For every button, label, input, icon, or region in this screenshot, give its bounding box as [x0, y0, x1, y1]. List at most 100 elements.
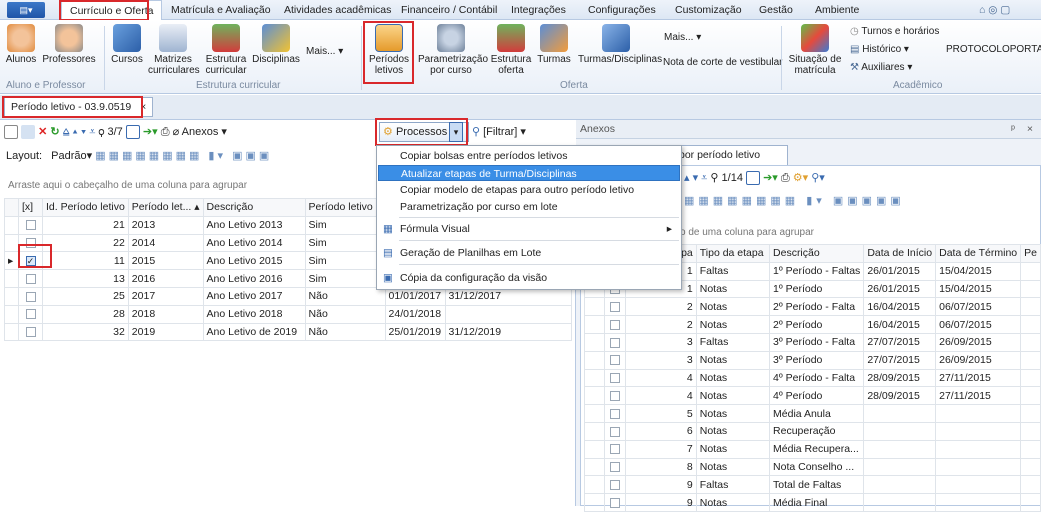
checkbox-icon[interactable] — [25, 220, 36, 231]
layout-tools-icon[interactable]: ▦▦▦▦▦▦▦▦ ▮▾ ▣▣▣ — [95, 150, 272, 162]
new-icon[interactable] — [4, 125, 18, 140]
row-checkbox[interactable] — [18, 269, 43, 288]
export-icon[interactable]: ➔▾ — [763, 172, 778, 184]
table-row[interactable]: 8 Notas Nota Conselho ... — [583, 457, 1041, 477]
row-checkbox[interactable] — [604, 386, 626, 406]
menu-item-geracao-planilhas[interactable]: ▤ Geração de Planilhas em Lote — [378, 245, 680, 261]
column-header[interactable]: Período letivo e — [304, 198, 386, 217]
table-row[interactable]: 3 Faltas 3º Período - Falta 27/07/2015 26/09… — [583, 332, 1041, 352]
disciplinas-button[interactable]: Disciplinas — [252, 24, 300, 65]
row-checkbox[interactable] — [604, 350, 626, 370]
checkbox-icon[interactable] — [610, 390, 621, 401]
filter-icon[interactable]: ⚲▾ — [811, 172, 825, 184]
delete-icon[interactable]: ✕ — [38, 126, 47, 138]
sort-icon[interactable]: ▴ ▾ ⩡ — [684, 172, 707, 184]
tab-ambiente[interactable]: Ambiente — [815, 0, 859, 20]
table-row[interactable]: 9 Notas Média Final — [583, 493, 1041, 512]
tab-customizacao[interactable]: Customização — [675, 0, 742, 20]
mais-curricular-button[interactable]: Mais... ▾ — [306, 46, 343, 57]
grid-view-icon[interactable] — [746, 171, 761, 186]
table-row[interactable]: 4 Notas 4º Período - Falta 28/09/2015 27/11/… — [583, 368, 1041, 388]
pin-icon[interactable]: ᵖ — [1011, 120, 1015, 139]
checkbox-icon[interactable] — [610, 408, 621, 419]
checkbox-icon[interactable] — [25, 309, 36, 320]
tab-curriculo-oferta[interactable]: Currículo e Oferta — [61, 0, 163, 20]
historico-button[interactable]: ▤ Histórico ▾ — [850, 44, 909, 55]
table-row[interactable]: 2 Notas 2º Período 16/04/2015 06/07/2015 — [583, 315, 1041, 334]
menu-item-parametrizacao-lote[interactable]: Parametrização por curso em lote — [378, 199, 680, 215]
column-header[interactable]: Data de Término — [935, 244, 1022, 263]
row-checkbox[interactable] — [604, 439, 626, 459]
app-menu-button[interactable]: ▤▾ — [7, 2, 45, 18]
row-checkbox[interactable] — [604, 404, 626, 423]
cursos-button[interactable]: Cursos — [110, 24, 144, 65]
grid-view-icon[interactable] — [125, 125, 140, 140]
situacao-matricula-button[interactable]: Situação de matrícula — [788, 24, 842, 76]
checkbox-icon[interactable] — [25, 273, 36, 284]
filtrar-button[interactable]: ⚲ [Filtrar] ▾ — [472, 121, 526, 143]
row-checkbox[interactable] — [18, 322, 43, 342]
turmas-disciplinas-button[interactable]: Turmas/Disciplinas — [578, 24, 662, 65]
tab-gestao[interactable]: Gestão — [759, 0, 793, 20]
window-controls-icon[interactable]: ⌂ ◎ ▢ — [979, 0, 1010, 20]
row-checkbox[interactable] — [604, 315, 626, 334]
row-checkbox[interactable] — [18, 215, 43, 235]
row-checkbox[interactable] — [18, 304, 43, 324]
processes-icon[interactable]: ⚙▾ — [793, 172, 808, 184]
checkbox-icon[interactable] — [610, 302, 621, 312]
estrutura-oferta-button[interactable]: Estrutura oferta — [488, 24, 534, 76]
padrao-dropdown[interactable]: Padrão▾ — [51, 150, 92, 162]
row-checkbox[interactable] — [604, 493, 626, 512]
row-checkbox[interactable] — [18, 286, 43, 306]
table-row[interactable]: 3 Notas 3º Período 27/07/2015 26/09/2015 — [583, 350, 1041, 370]
table-row[interactable]: 7 Notas Média Recupera... — [583, 439, 1041, 459]
checkbox-icon[interactable] — [610, 479, 621, 490]
checkbox-icon[interactable] — [25, 291, 36, 302]
menu-item-copiar-modelo[interactable]: Copiar modelo de etapas para outro perío… — [378, 182, 680, 198]
checkbox-icon[interactable] — [610, 319, 621, 330]
refresh-icon[interactable]: ↻ — [50, 126, 59, 138]
table-row[interactable]: 2 Notas 2º Período - Falta 16/04/2015 06/07/… — [583, 297, 1041, 317]
row-checkbox[interactable] — [604, 297, 626, 317]
table-row[interactable]: 4 Notas 4º Período 28/09/2015 27/11/2015 — [583, 386, 1041, 406]
turnos-horarios-button[interactable]: ◷ Turnos e horários — [850, 26, 939, 37]
tab-integracoes[interactable]: Integrações — [511, 0, 566, 20]
checkbox-icon[interactable] — [610, 462, 621, 473]
find-icon[interactable]: ⚲ — [710, 172, 718, 184]
column-header[interactable]: Data de Início — [863, 244, 937, 263]
sort-icon[interactable]: ⩠ ▴ ▾ ⩡ — [63, 126, 96, 138]
table-row[interactable]: 32 2019 Ano Letivo de 2019 Não 25/01/2019 31/… — [4, 322, 573, 342]
checkbox-icon[interactable]: ✓ — [25, 256, 36, 266]
column-header[interactable]: Período let... ▴ — [127, 198, 204, 217]
edit-icon[interactable] — [21, 125, 36, 140]
column-header[interactable]: [x] — [18, 198, 43, 217]
menu-item-formula-visual[interactable]: ▦ Fórmula Visual ▸ — [378, 221, 680, 237]
print-icon[interactable]: ⎙ — [161, 126, 170, 138]
table-row[interactable]: 28 2018 Ano Letivo 2018 Não 24/01/2018 — [4, 304, 573, 324]
matrizes-button[interactable]: Matrizes curriculares — [148, 24, 200, 76]
menu-item-copiar-bolsas[interactable]: Copiar bolsas entre períodos letivos — [378, 148, 680, 164]
checkbox-icon[interactable] — [610, 497, 621, 508]
menu-item-copia-configuracao[interactable]: ▣ Cópia da configuração da visão — [378, 270, 680, 286]
processos-dropdown-arrow[interactable]: ▾ — [449, 122, 463, 142]
table-row[interactable]: 9 Faltas Total de Faltas — [583, 475, 1041, 495]
checkbox-icon[interactable] — [25, 327, 36, 338]
nota-corte-button[interactable]: Nota de corte de vestibular — [663, 57, 783, 68]
export-icon[interactable]: ➔▾ — [143, 126, 158, 138]
estrutura-curricular-button[interactable]: Estrutura curricular — [204, 24, 248, 76]
layout-tools-icon[interactable]: ▦▦▦▦▦▦▦▦ ▮▾ ▣▣▣▣▣ — [684, 194, 905, 207]
professores-button[interactable]: Professores — [42, 24, 96, 65]
checkbox-icon[interactable] — [610, 444, 621, 455]
close-icon[interactable]: × — [1027, 120, 1033, 139]
row-checkbox[interactable] — [604, 421, 626, 441]
column-header[interactable]: Descrição — [769, 244, 865, 263]
mais-oferta-button[interactable]: Mais... ▾ — [664, 32, 701, 43]
protocolo-portal-button[interactable]: PROTOCOLOPORTAL — [946, 44, 1041, 55]
row-checkbox[interactable] — [604, 332, 626, 352]
table-row[interactable]: 6 Notas Recuperação — [583, 421, 1041, 441]
alunos-button[interactable]: Alunos — [4, 24, 38, 65]
auxiliares-button[interactable]: ⚒ Auxiliares ▾ — [850, 62, 912, 73]
row-checkbox[interactable]: ✓ — [18, 251, 43, 271]
anexos-button[interactable]: ⌀ Anexos ▾ — [173, 126, 227, 138]
row-checkbox[interactable] — [604, 475, 626, 495]
